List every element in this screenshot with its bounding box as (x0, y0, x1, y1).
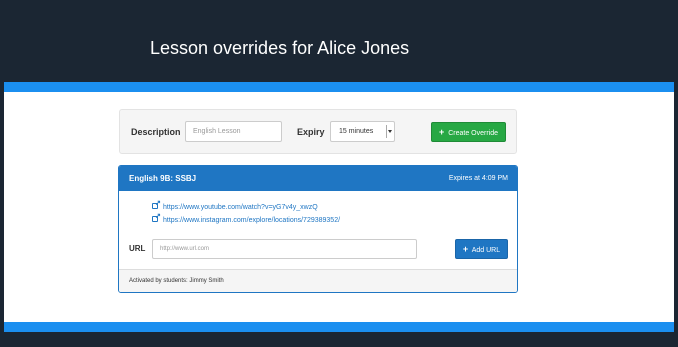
override-link-text: https://www.instagram.com/explore/locati… (163, 217, 341, 224)
expiry-selected-value: 15 minutes (339, 128, 374, 135)
override-panel-heading: English 9B: SSBJ Expires at 4:09 PM (119, 166, 517, 191)
description-placeholder: English Lesson (193, 128, 241, 135)
description-input[interactable]: English Lesson (185, 121, 282, 142)
page-title: Lesson overrides for Alice Jones (150, 38, 410, 58)
url-label: URL (129, 244, 146, 253)
create-override-label: Create Override (448, 130, 498, 137)
plus-icon: + (438, 127, 445, 137)
chevron-down-icon (386, 125, 392, 138)
add-url-label: Add URL (471, 247, 501, 254)
url-input[interactable]: http://www.url.com (152, 239, 417, 259)
create-override-form: Description English Lesson Expiry 15 min… (119, 109, 517, 154)
create-override-button[interactable]: + Create Override (431, 122, 506, 142)
header-accent-stripe (4, 82, 674, 92)
override-panel-footer: Activated by students: Jimmy Smith (119, 269, 517, 292)
override-link-text: https://www.youtube.com/watch?v=yG7v4y_x… (163, 204, 318, 211)
url-placeholder: http://www.url.com (160, 246, 210, 252)
page-header: Lesson overrides for Alice Jones (4, 0, 674, 82)
external-link-icon: ↗ (152, 200, 161, 210)
expiry-label: Expiry (297, 127, 325, 137)
add-url-button[interactable]: + Add URL (455, 239, 508, 259)
description-label: Description (131, 127, 181, 137)
footer-accent-stripe (4, 322, 674, 332)
page-footer (4, 332, 674, 347)
override-expiry-time: Expires at 4:09 PM (448, 175, 508, 182)
plus-icon: + (462, 244, 469, 254)
expiry-select[interactable]: 15 minutes (330, 121, 395, 142)
override-class-name: English 9B: SSBJ (129, 174, 197, 183)
override-link[interactable]: ↗ https://www.instagram.com/explore/locat… (152, 213, 341, 224)
override-panel: English 9B: SSBJ Expires at 4:09 PM ↗ htt… (118, 165, 518, 293)
external-link-icon: ↗ (152, 213, 161, 223)
activated-by-text: Activated by students: Jimmy Smith (129, 278, 224, 284)
override-link[interactable]: ↗ https://www.youtube.com/watch?v=yG7v4y_… (152, 200, 318, 211)
